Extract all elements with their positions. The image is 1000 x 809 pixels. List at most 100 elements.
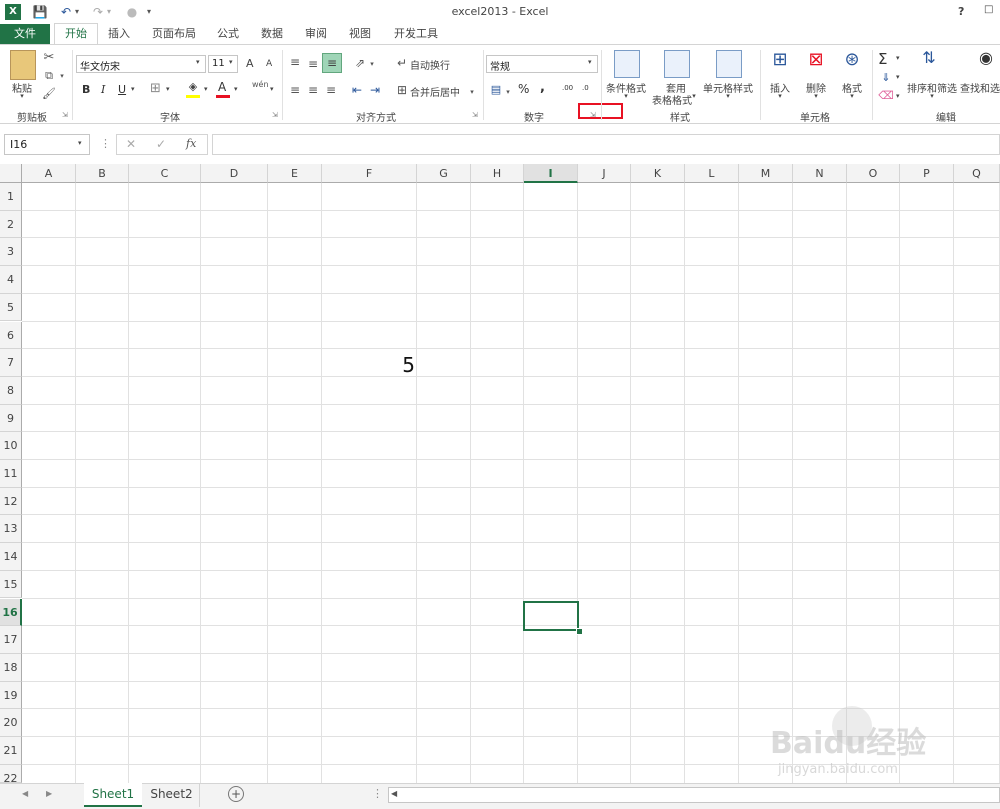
row-header-6[interactable]: 6 bbox=[0, 321, 22, 350]
name-box-dropdown-icon[interactable]: ▾ bbox=[78, 139, 82, 147]
column-header-o[interactable]: O bbox=[847, 164, 900, 183]
tab-formulas[interactable]: 公式 bbox=[212, 24, 244, 44]
column-header-l[interactable]: L bbox=[685, 164, 739, 183]
paste-dropdown-icon[interactable]: ▾ bbox=[6, 92, 38, 100]
row-header-14[interactable]: 14 bbox=[0, 543, 22, 571]
clear-icon[interactable]: ⌫ bbox=[878, 88, 894, 104]
scroll-first-sheet-icon[interactable]: ◀ bbox=[22, 789, 28, 798]
select-all-corner[interactable] bbox=[0, 164, 22, 183]
sort-dropdown-icon[interactable]: ▾ bbox=[904, 92, 960, 100]
tab-view[interactable]: 视图 bbox=[344, 24, 376, 44]
format-dropdown-icon[interactable]: ▾ bbox=[836, 92, 868, 100]
cell-styles-dropdown-icon[interactable]: ▾ bbox=[700, 92, 756, 100]
fill-down-icon[interactable]: ⇓ bbox=[878, 70, 894, 86]
tab-page-layout[interactable]: 页面布局 bbox=[146, 24, 202, 44]
row-header-7[interactable]: 7 bbox=[0, 349, 22, 377]
formula-bar-splitter-icon[interactable]: ⋮ bbox=[100, 137, 111, 150]
fill-color-icon[interactable]: ◈ bbox=[186, 80, 200, 94]
column-header-c[interactable]: C bbox=[129, 164, 201, 183]
font-name-dropdown-icon[interactable]: ▾ bbox=[196, 58, 200, 66]
column-header-k[interactable]: K bbox=[631, 164, 685, 183]
row-header-10[interactable]: 10 bbox=[0, 432, 22, 460]
bold-button[interactable]: B bbox=[82, 83, 90, 96]
scroll-left-icon[interactable]: ◀ bbox=[391, 789, 397, 798]
increase-indent-icon[interactable]: ⇥ bbox=[368, 82, 382, 98]
sheet-tab-sheet1[interactable]: Sheet1 bbox=[84, 783, 142, 807]
row-header-13[interactable]: 13 bbox=[0, 515, 22, 544]
conditional-format-icon[interactable] bbox=[614, 50, 640, 78]
sheet-tab-sheet2[interactable]: Sheet2 bbox=[144, 783, 200, 807]
row-header-19[interactable]: 19 bbox=[0, 681, 22, 710]
clipboard-launcher-icon[interactable]: ⇲ bbox=[62, 111, 68, 119]
border-dropdown-icon[interactable]: ▾ bbox=[166, 85, 170, 93]
row-header-5[interactable]: 5 bbox=[0, 293, 22, 322]
column-header-h[interactable]: H bbox=[471, 164, 524, 183]
sort-filter-icon[interactable]: ⇅ bbox=[916, 50, 942, 66]
tab-home[interactable]: 开始 bbox=[54, 23, 98, 44]
row-header-1[interactable]: 1 bbox=[0, 183, 22, 211]
format-as-table-dropdown-icon[interactable]: ▾ bbox=[690, 92, 698, 100]
orientation-dropdown-icon[interactable]: ▾ bbox=[368, 56, 376, 72]
worksheet-grid[interactable] bbox=[0, 164, 1000, 783]
conditional-format-dropdown-icon[interactable]: ▾ bbox=[602, 92, 650, 100]
row-header-8[interactable]: 8 bbox=[0, 376, 22, 405]
decrease-indent-icon[interactable]: ⇤ bbox=[350, 82, 364, 98]
align-bottom-icon[interactable]: ≡ bbox=[322, 53, 342, 73]
border-icon[interactable]: ⊞ bbox=[150, 81, 161, 96]
row-header-3[interactable]: 3 bbox=[0, 238, 22, 267]
italic-button[interactable]: I bbox=[101, 83, 105, 96]
tab-insert[interactable]: 插入 bbox=[104, 24, 134, 44]
column-header-j[interactable]: J bbox=[578, 164, 631, 183]
row-header-22[interactable]: 22 bbox=[0, 764, 22, 785]
clear-dropdown-icon[interactable]: ▾ bbox=[896, 92, 900, 100]
column-header-q[interactable]: Q bbox=[954, 164, 1000, 183]
column-header-n[interactable]: N bbox=[793, 164, 847, 183]
align-center-icon[interactable]: ≡ bbox=[306, 82, 320, 98]
column-header-e[interactable]: E bbox=[268, 164, 322, 183]
align-middle-icon[interactable]: ≡ bbox=[306, 56, 320, 72]
delete-dropdown-icon[interactable]: ▾ bbox=[800, 92, 832, 100]
font-color-dropdown-icon[interactable]: ▾ bbox=[234, 85, 238, 93]
tab-review[interactable]: 审阅 bbox=[300, 24, 332, 44]
tab-developer[interactable]: 开发工具 bbox=[388, 24, 444, 44]
column-header-d[interactable]: D bbox=[201, 164, 268, 183]
accounting-dropdown-icon[interactable]: ▾ bbox=[504, 84, 512, 100]
row-header-17[interactable]: 17 bbox=[0, 626, 22, 654]
row-header-18[interactable]: 18 bbox=[0, 653, 22, 682]
confirm-entry-button[interactable]: ✓ bbox=[156, 137, 166, 151]
add-sheet-button[interactable]: + bbox=[228, 786, 244, 802]
align-right-icon[interactable]: ≡ bbox=[324, 82, 338, 98]
cell-styles-icon[interactable] bbox=[716, 50, 742, 78]
find-select-icon[interactable]: ◉ bbox=[974, 50, 998, 66]
format-painter-icon[interactable]: 🖌 bbox=[42, 86, 56, 102]
column-header-m[interactable]: M bbox=[739, 164, 793, 183]
grow-font-button[interactable]: A bbox=[246, 57, 254, 70]
column-header-p[interactable]: P bbox=[900, 164, 954, 183]
formula-input[interactable] bbox=[212, 134, 1000, 155]
tab-data[interactable]: 数据 bbox=[256, 24, 288, 44]
underline-dropdown-icon[interactable]: ▾ bbox=[131, 85, 135, 93]
cancel-entry-button[interactable]: ✕ bbox=[126, 137, 136, 151]
row-header-16[interactable]: 16 bbox=[0, 598, 22, 627]
column-header-f[interactable]: F bbox=[322, 164, 417, 183]
shrink-font-button[interactable]: A bbox=[266, 59, 272, 69]
cell-f7[interactable]: 5 bbox=[322, 351, 415, 379]
column-header-a[interactable]: A bbox=[22, 164, 76, 183]
autosum-button[interactable]: Σ bbox=[878, 50, 887, 68]
format-as-table-icon[interactable] bbox=[664, 50, 690, 78]
accounting-format-icon[interactable]: ▤ bbox=[488, 82, 504, 98]
insert-function-button[interactable]: fx bbox=[186, 137, 196, 150]
merge-center-button[interactable]: 合并后居中 bbox=[410, 84, 460, 99]
column-header-g[interactable]: G bbox=[417, 164, 471, 183]
decrease-decimal-button[interactable]: .0 bbox=[582, 84, 589, 92]
find-select-button[interactable]: 查找和选 bbox=[960, 80, 1000, 95]
insert-cells-icon[interactable]: ⊞ bbox=[768, 51, 792, 69]
row-header-4[interactable]: 4 bbox=[0, 266, 22, 294]
align-left-icon[interactable]: ≡ bbox=[288, 82, 302, 98]
merge-dropdown-icon[interactable]: ▾ bbox=[468, 84, 476, 100]
row-header-11[interactable]: 11 bbox=[0, 460, 22, 488]
format-cells-icon[interactable]: ⊛ bbox=[840, 51, 864, 69]
comma-button[interactable]: , bbox=[540, 80, 545, 95]
row-header-2[interactable]: 2 bbox=[0, 210, 22, 239]
paste-icon[interactable] bbox=[10, 50, 36, 80]
